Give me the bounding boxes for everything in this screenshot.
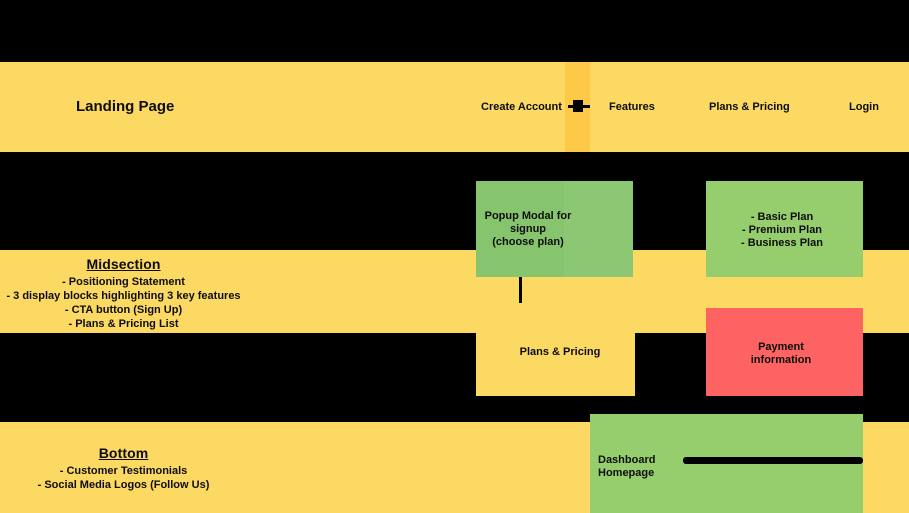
arrow-to-dashboard-line: [683, 457, 863, 464]
midsection-title: Midsection: [86, 256, 161, 272]
node-popup-modal-label: Popup Modal for signup (choose plan): [484, 210, 572, 248]
node-payment-information-label: Payment information: [750, 341, 812, 366]
arrow-popup-to-plans-line: [519, 277, 522, 303]
arrow-create-account-to-features-head-icon: [573, 100, 583, 112]
arrow-popup-to-plans-head-icon: [0, 0, 12, 10]
nav-item-login[interactable]: Login: [849, 101, 879, 113]
nav-item-plans-pricing[interactable]: Plans & Pricing: [709, 101, 790, 113]
wireframe-canvas: Landing Page Create Account Features Pla…: [0, 0, 909, 513]
bottom-line-1: - Customer Testimonials: [59, 465, 188, 477]
midsection-text-block: Midsection - Positioning Statement - 3 d…: [0, 256, 247, 331]
arrow-to-dashboard-head-icon: [0, 10, 14, 24]
bottom-text-block: Bottom - Customer Testimonials - Social …: [0, 445, 247, 492]
midsection-line-4: - Plans & Pricing List: [68, 318, 179, 330]
nav-item-features[interactable]: Features: [609, 101, 655, 113]
node-plans-pricing-label: Plans & Pricing: [519, 346, 601, 358]
node-payment-information[interactable]: Payment information: [706, 308, 863, 396]
node-plans-pricing[interactable]: Plans & Pricing: [476, 308, 635, 396]
node-popup-modal[interactable]: Popup Modal for signup (choose plan): [476, 181, 633, 277]
node-plans-list[interactable]: - Basic Plan - Premium Plan - Business P…: [706, 181, 863, 277]
bottom-title: Bottom: [98, 445, 149, 461]
bottom-line-2: - Social Media Logos (Follow Us): [37, 479, 210, 491]
nav-item-create-account[interactable]: Create Account: [481, 101, 562, 113]
node-plans-list-label: - Basic Plan - Premium Plan - Business P…: [741, 211, 823, 249]
page-title: Landing Page: [76, 98, 175, 115]
midsection-line-2: - 3 display blocks highlighting 3 key fe…: [6, 290, 241, 302]
midsection-line-3: - CTA button (Sign Up): [64, 304, 183, 316]
midsection-line-1: - Positioning Statement: [62, 276, 185, 288]
